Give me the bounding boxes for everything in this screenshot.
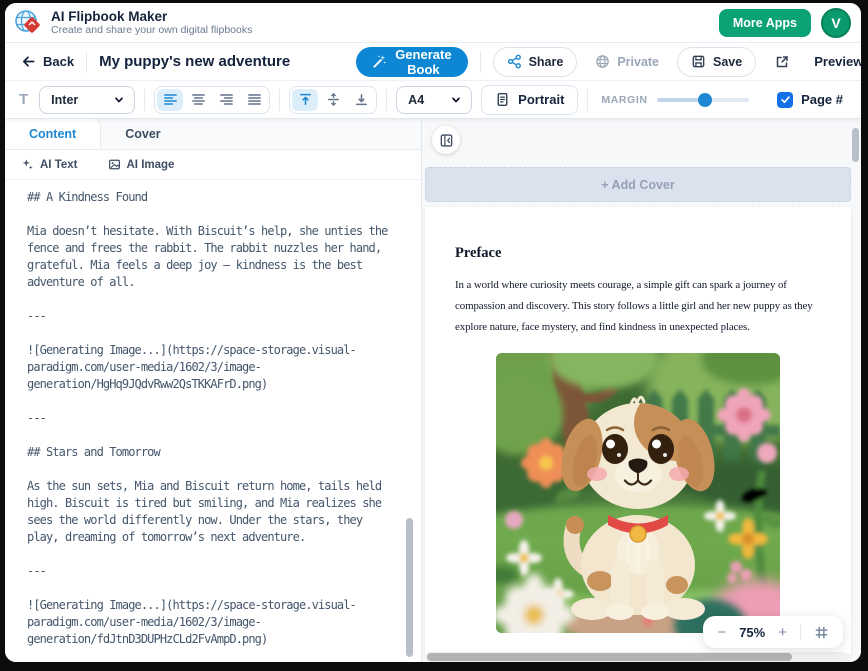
page-heading: Preface (455, 245, 821, 262)
horizontal-scrollbar-thumb[interactable] (427, 653, 792, 661)
share-button[interactable]: Share (493, 47, 578, 77)
chevron-down-icon (450, 94, 462, 106)
private-label: Private (617, 55, 659, 69)
more-apps-button[interactable]: More Apps (719, 9, 811, 37)
save-label: Save (713, 55, 742, 69)
save-button[interactable]: Save (677, 47, 756, 77)
collapse-panel-button[interactable] (432, 126, 460, 154)
puppy-illustration (496, 353, 780, 633)
book-page-content: Preface In a world where curiosity meets… (425, 207, 851, 633)
book-page: Preface In a world where curiosity meets… (425, 207, 851, 654)
editor-scrollbar[interactable] (406, 518, 413, 657)
back-arrow-icon (21, 54, 36, 69)
orientation-button[interactable]: Portrait (481, 85, 578, 115)
generate-book-label: Generate Book (395, 47, 451, 77)
app-subtitle: Create and share your own digital flipbo… (51, 24, 252, 36)
font-select[interactable]: Inter (39, 86, 135, 114)
valign-top-button[interactable] (292, 89, 318, 111)
app-window: AI Flipbook Maker Create and share your … (5, 3, 861, 662)
slider-fill (657, 98, 698, 102)
divider (386, 89, 387, 111)
app-logo-icon (13, 8, 43, 38)
zoom-in-button[interactable]: + (778, 625, 787, 640)
margin-label: MARGIN (601, 94, 647, 106)
align-left-button[interactable] (157, 89, 183, 111)
add-cover-button[interactable]: + Add Cover (425, 167, 851, 202)
fit-frame-button[interactable] (814, 625, 829, 640)
generate-book-button[interactable]: Generate Book (356, 47, 467, 77)
vertical-scrollbar-thumb[interactable] (852, 128, 859, 162)
align-group (154, 86, 270, 114)
preview-panel: + Add Cover Preface In a world where cur… (422, 119, 861, 662)
divider (86, 51, 87, 73)
vertical-scrollbar (851, 119, 861, 650)
editor-textarea[interactable]: ## A Kindness Found Mia doesn’t hesitate… (27, 189, 395, 648)
valign-middle-button[interactable] (320, 89, 346, 111)
share-icon (507, 54, 522, 69)
page-number-control: Page # (777, 92, 843, 108)
editor-tabbar: Content Cover (5, 119, 421, 150)
app-header: AI Flipbook Maker Create and share your … (5, 3, 861, 43)
vertical-align-group (289, 86, 377, 114)
ai-text-button[interactable]: AI Text (21, 158, 78, 171)
main-area: Content Cover AI Text AI Image ## A Kind… (5, 119, 861, 662)
user-avatar[interactable]: V (821, 8, 851, 38)
private-button[interactable]: Private (589, 47, 665, 77)
font-select-value: Inter (51, 93, 78, 107)
back-label: Back (43, 54, 74, 69)
document-toolbar: Back My puppy's new adventure Generate B… (5, 43, 861, 81)
save-icon (691, 54, 706, 69)
tab-content[interactable]: Content (5, 119, 101, 149)
chevron-down-icon (113, 94, 125, 106)
ai-toolbar: AI Text AI Image (5, 150, 421, 180)
image-icon (108, 158, 121, 171)
preview-control: Preview (814, 51, 861, 73)
format-toolbar: T Inter A4 Portrait MARGIN (5, 81, 861, 119)
divider (144, 89, 145, 111)
valign-bottom-button[interactable] (348, 89, 374, 111)
document-icon (495, 92, 510, 107)
divider (800, 624, 801, 640)
typography-icon: T (17, 91, 30, 108)
sparkles-icon (21, 158, 34, 171)
slider-knob[interactable] (698, 93, 712, 107)
zoom-out-button[interactable]: − (717, 625, 726, 640)
open-external-button[interactable] (774, 54, 790, 70)
markdown-editor: ## A Kindness Found Mia doesn’t hesitate… (5, 180, 421, 662)
divider (587, 89, 588, 111)
tab-cover[interactable]: Cover (101, 119, 184, 149)
divider (279, 89, 280, 111)
page-size-value: A4 (408, 93, 424, 107)
page-size-select[interactable]: A4 (396, 86, 472, 114)
back-button[interactable]: Back (21, 54, 74, 69)
align-justify-button[interactable] (241, 89, 267, 111)
ai-text-label: AI Text (40, 159, 78, 171)
page-number-label: Page # (801, 92, 843, 107)
magic-wand-icon (372, 54, 387, 69)
ai-image-button[interactable]: AI Image (108, 158, 175, 171)
app-title-block: AI Flipbook Maker Create and share your … (51, 9, 252, 37)
app-title: AI Flipbook Maker (51, 9, 252, 25)
ai-image-label: AI Image (127, 159, 175, 171)
globe-icon (595, 54, 610, 69)
zoom-level: 75% (739, 625, 765, 640)
orientation-label: Portrait (518, 92, 564, 107)
align-right-button[interactable] (213, 89, 239, 111)
zoom-toolbar: − 75% + (703, 616, 843, 648)
share-label: Share (529, 55, 564, 69)
horizontal-scrollbar (425, 652, 849, 662)
page-paragraph: In a world where curiosity meets courage… (455, 275, 821, 338)
margin-slider[interactable] (657, 93, 749, 107)
editor-panel: Content Cover AI Text AI Image ## A Kind… (5, 119, 422, 662)
page-number-checkbox[interactable] (777, 92, 793, 108)
document-title: My puppy's new adventure (99, 53, 290, 70)
align-center-button[interactable] (185, 89, 211, 111)
divider (480, 51, 481, 73)
preview-label: Preview (814, 54, 861, 69)
